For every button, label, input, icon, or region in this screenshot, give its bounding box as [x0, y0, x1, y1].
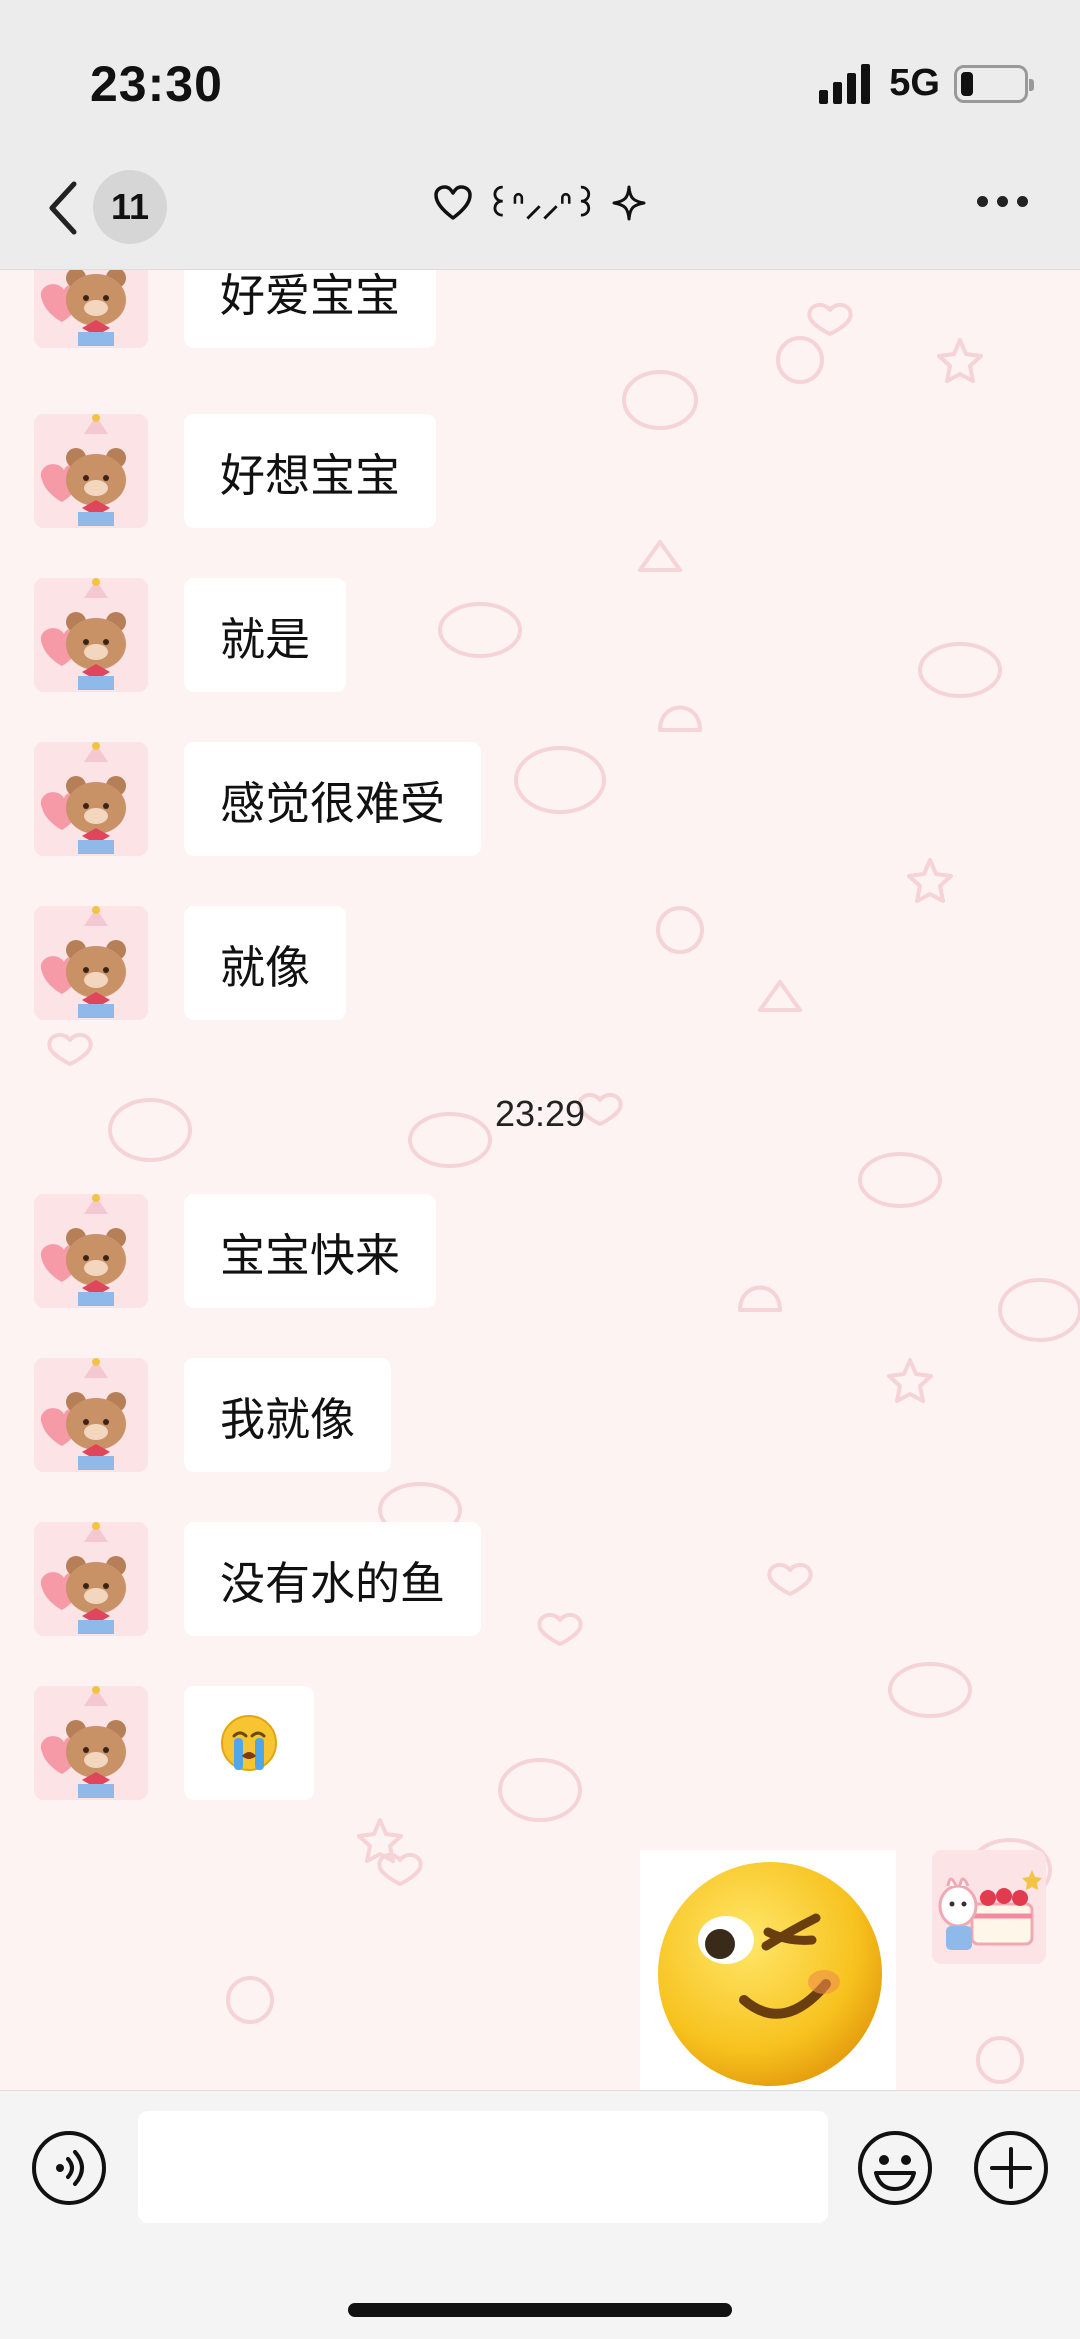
battery-icon	[954, 64, 1034, 103]
contact-avatar[interactable]	[34, 742, 148, 856]
contact-avatar[interactable]	[34, 414, 148, 528]
message-row: 好爱宝宝	[34, 270, 437, 348]
contact-avatar[interactable]	[34, 1194, 148, 1308]
contact-avatar[interactable]	[34, 270, 148, 348]
heart-outline-icon	[434, 185, 472, 220]
plus-icon[interactable]	[972, 2129, 1050, 2207]
message-list[interactable]: 好爱宝宝 好想宝宝 就是 感觉很难受 就像 23:29 宝宝快来 我就像 没有水…	[0, 270, 1080, 2090]
message-bubble[interactable]: 好爱宝宝	[184, 270, 437, 348]
contact-avatar[interactable]	[34, 578, 148, 692]
bear-avatar-icon	[34, 906, 148, 1020]
input-bar	[0, 2090, 1080, 2339]
message-row: 好想宝宝	[34, 414, 437, 528]
message-bubble[interactable]: 就像	[184, 906, 347, 1020]
self-message-row	[640, 1850, 1046, 2090]
message-input[interactable]	[138, 2111, 828, 2223]
bear-avatar-icon	[34, 1522, 148, 1636]
signal-icon	[819, 63, 875, 104]
message-bubble[interactable]	[184, 1686, 314, 1800]
bear-avatar-icon	[34, 270, 148, 348]
ellipsis-icon[interactable]	[977, 196, 1028, 207]
crying-emoji-icon	[221, 1715, 277, 1771]
chat-title-text: ꒰ᐢ⸝⸝ᐢ꒱	[485, 185, 599, 225]
message-row: 没有水的鱼	[34, 1522, 482, 1636]
emoji-icon[interactable]	[856, 2129, 934, 2207]
message-row: 就像	[34, 906, 347, 1020]
contact-avatar[interactable]	[34, 906, 148, 1020]
self-avatar[interactable]	[932, 1850, 1046, 1964]
network-label: 5G	[889, 62, 940, 104]
top-bar: 23:30 5G 11 ꒰ᐢ⸝⸝ᐢ꒱	[0, 0, 1080, 270]
bear-avatar-icon	[34, 414, 148, 528]
message-row	[34, 1686, 314, 1800]
message-row: 感觉很难受	[34, 742, 482, 856]
chat-title[interactable]: ꒰ᐢ⸝⸝ᐢ꒱	[0, 180, 1080, 226]
bear-avatar-icon	[34, 1194, 148, 1308]
contact-avatar[interactable]	[34, 1358, 148, 1472]
sparkle-icon	[612, 185, 646, 221]
message-row: 我就像	[34, 1358, 392, 1472]
status-indicators: 5G	[819, 62, 1034, 105]
voice-icon[interactable]	[30, 2129, 108, 2207]
wink-emoji-sticker[interactable]	[640, 1850, 896, 2090]
bear-avatar-icon	[34, 742, 148, 856]
bear-avatar-icon	[34, 1358, 148, 1472]
bear-avatar-icon	[34, 578, 148, 692]
message-bubble[interactable]: 就是	[184, 578, 347, 692]
message-row: 就是	[34, 578, 347, 692]
bear-avatar-icon	[34, 1686, 148, 1800]
status-time: 23:30	[90, 56, 223, 112]
time-divider: 23:29	[494, 1093, 586, 1134]
message-bubble[interactable]: 宝宝快来	[184, 1194, 437, 1308]
message-bubble[interactable]: 我就像	[184, 1358, 392, 1472]
cake-avatar-icon	[932, 1850, 1046, 1964]
contact-avatar[interactable]	[34, 1686, 148, 1800]
contact-avatar[interactable]	[34, 1522, 148, 1636]
message-bubble[interactable]: 感觉很难受	[184, 742, 482, 856]
message-row: 宝宝快来	[34, 1194, 437, 1308]
message-bubble[interactable]: 没有水的鱼	[184, 1522, 482, 1636]
home-indicator	[348, 2303, 732, 2317]
wink-emoji-icon	[658, 1862, 882, 2086]
message-bubble[interactable]: 好想宝宝	[184, 414, 437, 528]
